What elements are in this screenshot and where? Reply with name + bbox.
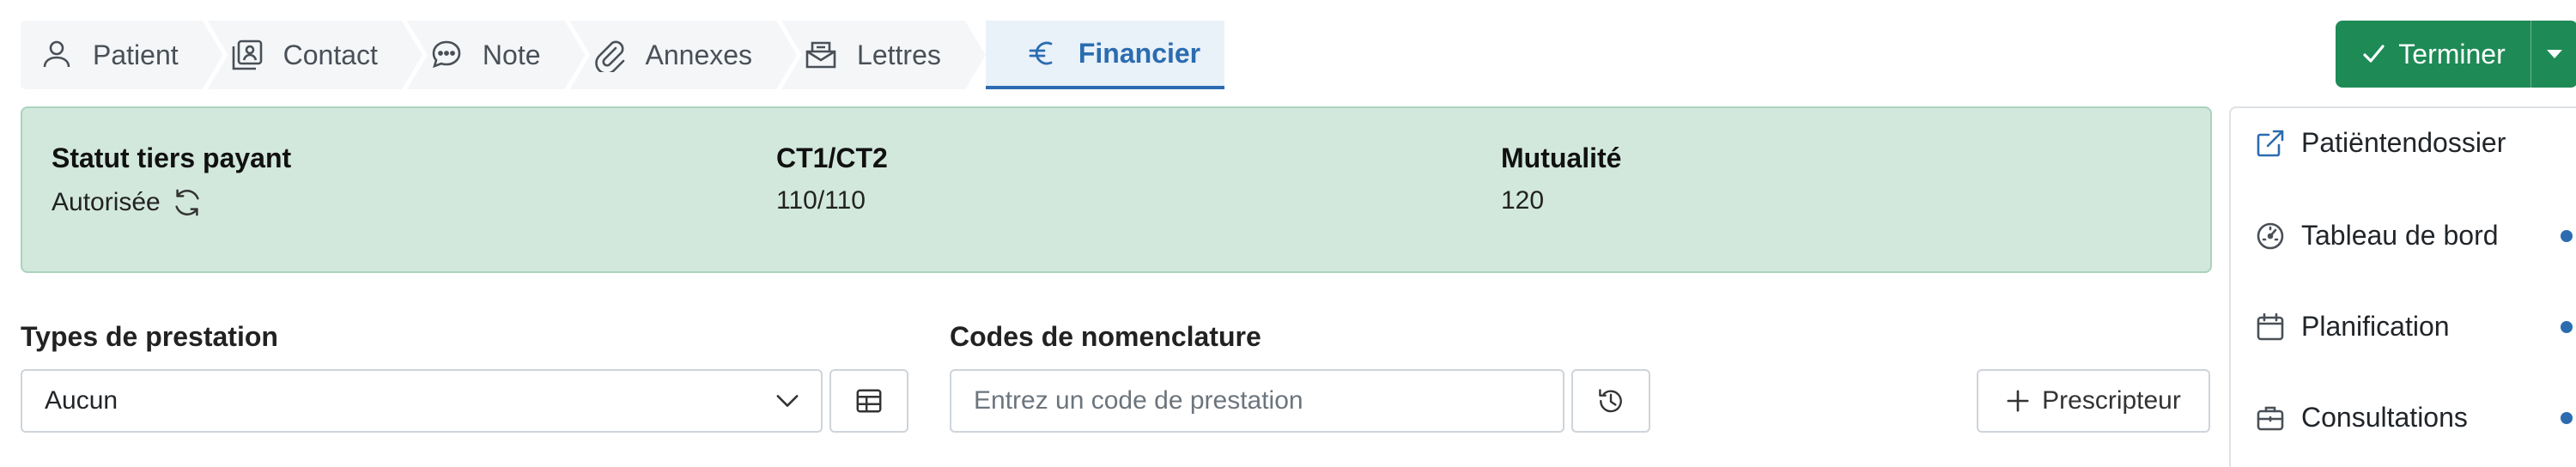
mutuality-status: Mutualité 120 [1501, 143, 1621, 215]
side-item-planning[interactable]: Planification [2255, 311, 2573, 343]
nomenclature-placeholder: Entrez un code de prestation [974, 386, 1303, 415]
mutuality-value: 120 [1501, 186, 1545, 215]
ct-value: 110/110 [776, 186, 866, 215]
tab-annexes[interactable]: Annexes [570, 21, 798, 89]
service-types-select[interactable]: Aucun [21, 369, 823, 433]
nomenclature-code-input[interactable]: Entrez un code de prestation [950, 369, 1564, 433]
tab-label: Lettres [857, 39, 941, 70]
paperclip-icon [592, 38, 627, 72]
side-item-patient-record[interactable]: Patiëntendossier [2255, 127, 2573, 159]
tab-label: Note [482, 39, 541, 70]
third-party-status-heading: Statut tiers payant [52, 143, 292, 173]
side-item-label: Tableau de bord [2301, 220, 2499, 251]
calendar-icon [2255, 312, 2286, 343]
contact-card-icon [230, 38, 264, 72]
table-view-button[interactable] [829, 369, 908, 433]
service-types-value: Aucun [45, 386, 118, 415]
third-party-status-value: Autorisée [52, 188, 161, 216]
tab-financier[interactable]: Financier [985, 21, 1225, 89]
tab-patient[interactable]: Patient [21, 21, 223, 89]
side-item-dashboard[interactable]: Tableau de bord [2255, 220, 2573, 252]
speedometer-icon [2255, 221, 2286, 252]
nomenclature-label: Codes de nomenclature [950, 321, 1261, 352]
ct-heading: CT1/CT2 [776, 143, 888, 173]
side-item-label: Patiëntendossier [2301, 127, 2506, 158]
tab-bar: Patient Contact Note Annexes Lettres Fin… [21, 21, 1225, 89]
finish-label: Terminer [2398, 38, 2506, 70]
notification-dot [2561, 229, 2573, 242]
finish-dropdown-toggle[interactable] [2531, 21, 2576, 88]
check-icon [2360, 41, 2386, 67]
third-party-status: Statut tiers payant Autorisée [52, 143, 291, 219]
euro-icon [1025, 36, 1060, 70]
briefcase-icon [2255, 403, 2286, 434]
chat-bubble-icon [429, 38, 464, 72]
person-icon [39, 38, 74, 72]
external-link-icon [2255, 128, 2286, 159]
tab-label: Financier [1078, 37, 1201, 69]
service-types-label: Types de prestation [21, 321, 278, 352]
side-item-label: Planification [2301, 311, 2450, 342]
side-item-label: Consultations [2301, 402, 2468, 433]
notification-dot [2561, 411, 2573, 424]
side-menu: Patiëntendossier Tableau de bord Planifi… [2229, 106, 2576, 467]
finish-split-button: Terminer [2336, 21, 2576, 88]
mutuality-heading: Mutualité [1501, 143, 1622, 173]
plus-icon [2006, 389, 2030, 413]
tab-note[interactable]: Note [407, 21, 586, 89]
caret-down-icon [2546, 49, 2563, 59]
billing-status-panel: Statut tiers payant Autorisée CT1/CT2 11… [21, 106, 2212, 273]
mailbox-icon [804, 38, 838, 72]
side-item-consultations[interactable]: Consultations [2255, 402, 2573, 434]
table-icon [854, 386, 884, 415]
history-icon [1595, 385, 1626, 416]
finish-button[interactable]: Terminer [2336, 21, 2531, 88]
notification-dot [2561, 320, 2573, 333]
refresh-icon[interactable] [171, 186, 204, 219]
history-button[interactable] [1571, 369, 1650, 433]
add-prescriber-button[interactable]: Prescripteur [1977, 369, 2210, 433]
tab-label: Annexes [645, 39, 753, 70]
tab-label: Contact [283, 39, 378, 70]
ct-status: CT1/CT2 110/110 [776, 143, 888, 215]
tab-label: Patient [93, 39, 179, 70]
prescriber-label: Prescripteur [2042, 386, 2181, 415]
tab-lettres[interactable]: Lettres [781, 21, 986, 89]
chevron-down-icon [776, 394, 799, 408]
tab-contact[interactable]: Contact [208, 21, 422, 89]
